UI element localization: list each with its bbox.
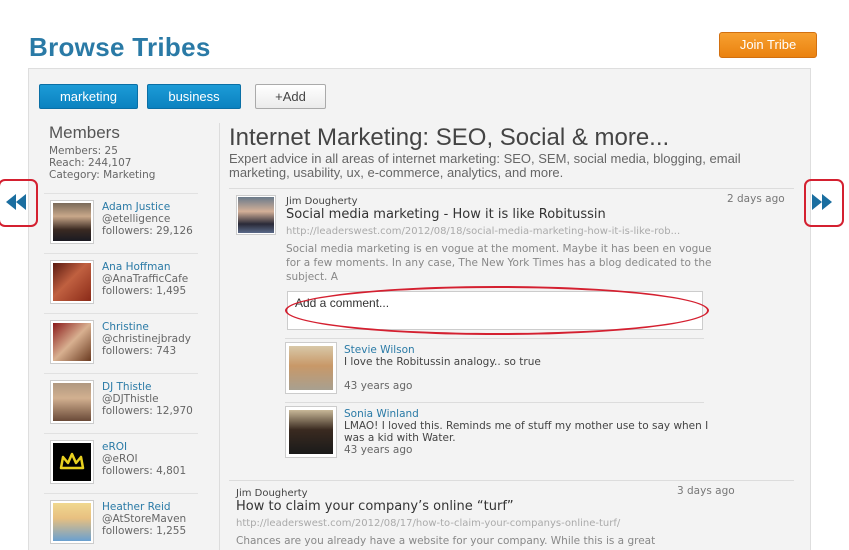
post-author[interactable]: Jim Dougherty: [236, 488, 308, 499]
member-followers: followers: 743: [102, 345, 177, 357]
member-handle: @AnaTrafficCafe: [102, 273, 189, 285]
previous-tribe-button[interactable]: [0, 179, 38, 227]
comment-time: 43 years ago: [344, 444, 413, 456]
comment-text: LMAO! I loved this. Reminds me of stuff …: [344, 420, 709, 444]
member-name[interactable]: Adam Justice: [102, 201, 170, 213]
member-handle: @DJThistle: [102, 393, 159, 405]
post-url[interactable]: http://leaderswest.com/2012/08/17/how-to…: [236, 518, 686, 529]
divider: [229, 188, 794, 189]
fast-forward-icon: [812, 194, 832, 210]
crown-icon: [59, 452, 85, 470]
member-name[interactable]: eROI: [102, 441, 127, 453]
divider: [229, 480, 794, 481]
member-item[interactable]: eROI @eROI followers: 4,801: [44, 433, 198, 493]
members-heading: Members: [49, 123, 120, 142]
member-item[interactable]: Christine @christinejbrady followers: 74…: [44, 313, 198, 373]
avatar[interactable]: [285, 342, 337, 394]
avatar[interactable]: [50, 380, 94, 424]
member-item[interactable]: Heather Reid @AtStoreMaven followers: 1,…: [44, 493, 198, 550]
comment-text: I love the Robitussin analogy.. so true: [344, 356, 541, 368]
add-tag-button[interactable]: +Add: [255, 84, 326, 109]
member-name[interactable]: DJ Thistle: [102, 381, 151, 393]
tag-business-button[interactable]: business: [147, 84, 241, 109]
member-followers: followers: 29,126: [102, 225, 193, 237]
members-reach: Reach: 244,107: [49, 157, 132, 169]
members-count: Members: 25: [49, 145, 118, 157]
member-followers: followers: 12,970: [102, 405, 193, 417]
post-excerpt: Social media marketing is en vogue at th…: [286, 243, 712, 283]
post-author[interactable]: Jim Dougherty: [286, 196, 358, 207]
member-item[interactable]: Adam Justice @etelligence followers: 29,…: [44, 193, 198, 253]
comment-author[interactable]: Sonia Winland: [344, 408, 419, 420]
tag-marketing-button[interactable]: marketing: [39, 84, 138, 109]
members-category: Category: Marketing: [49, 169, 156, 181]
member-followers: followers: 4,801: [102, 465, 187, 477]
member-handle: @AtStoreMaven: [102, 513, 187, 525]
highlight-annotation: [285, 286, 709, 335]
tribe-description: Expert advice in all areas of internet m…: [229, 151, 741, 180]
avatar[interactable]: [50, 500, 94, 544]
member-item[interactable]: DJ Thistle @DJThistle followers: 12,970: [44, 373, 198, 433]
column-divider: [219, 123, 220, 550]
member-name[interactable]: Ana Hoffman: [102, 261, 170, 273]
post-excerpt: Chances are you already have a website f…: [236, 535, 656, 547]
member-followers: followers: 1,255: [102, 525, 187, 537]
post-title[interactable]: Social media marketing - How it is like …: [286, 207, 606, 222]
divider: [285, 402, 704, 403]
post-time: 2 days ago: [727, 193, 785, 205]
post-time: 3 days ago: [677, 485, 735, 497]
member-followers: followers: 1,495: [102, 285, 187, 297]
tribe-title: Internet Marketing: SEO, Social & more..…: [229, 124, 670, 151]
member-item[interactable]: Ana Hoffman @AnaTrafficCafe followers: 1…: [44, 253, 198, 313]
rewind-icon: [6, 194, 26, 210]
post-url[interactable]: http://leaderswest.com/2012/08/18/social…: [286, 226, 706, 237]
divider: [285, 338, 704, 339]
member-handle: @eROI: [102, 453, 138, 465]
post-title[interactable]: How to claim your company’s online “turf…: [236, 499, 514, 514]
avatar[interactable]: [50, 260, 94, 304]
next-tribe-button[interactable]: [804, 179, 844, 227]
member-handle: @etelligence: [102, 213, 171, 225]
member-handle: @christinejbrady: [102, 333, 191, 345]
page-title: Browse Tribes: [29, 32, 211, 62]
avatar[interactable]: [285, 406, 337, 458]
member-name[interactable]: Christine: [102, 321, 149, 333]
avatar[interactable]: [50, 320, 94, 364]
member-name[interactable]: Heather Reid: [102, 501, 171, 513]
avatar[interactable]: [50, 200, 94, 244]
join-tribe-button[interactable]: Join Tribe: [719, 32, 817, 58]
avatar[interactable]: [50, 440, 94, 484]
comment-author[interactable]: Stevie Wilson: [344, 344, 415, 356]
avatar[interactable]: [236, 195, 276, 235]
comment-time: 43 years ago: [344, 380, 413, 392]
